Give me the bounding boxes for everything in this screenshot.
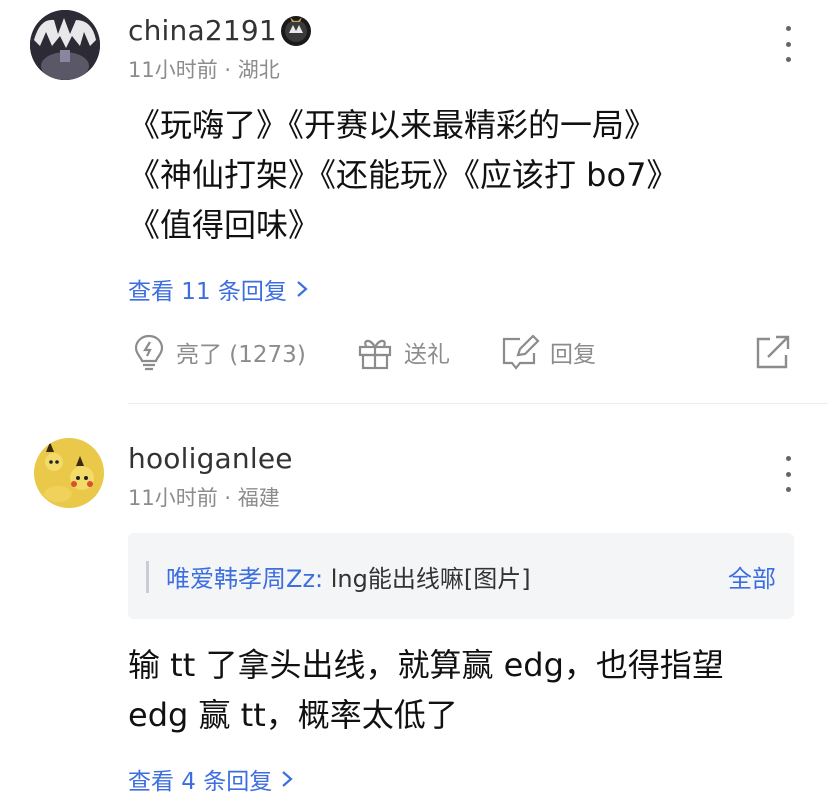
chevron-right-icon (297, 281, 308, 297)
more-icon[interactable] (776, 22, 800, 66)
edit-icon (502, 334, 540, 370)
more-icon[interactable] (776, 452, 800, 496)
like-button[interactable]: 亮了 (1273) (132, 330, 306, 374)
username[interactable]: hooliganlee (128, 442, 293, 475)
divider (128, 403, 828, 404)
timestamp-location: 11小时前 · 湖北 (128, 58, 280, 82)
avatar[interactable] (30, 10, 100, 80)
gift-icon (358, 339, 392, 370)
quote-bar (146, 561, 149, 593)
view-all-link[interactable]: 全部 (728, 559, 776, 594)
comment-text: 输 tt 了拿头出线，就算赢 edg，也得指望 edg 赢 tt，概率太低了 (128, 646, 724, 734)
avatar[interactable] (34, 438, 104, 508)
timestamp-location: 11小时前 · 福建 (128, 486, 280, 510)
chevron-right-icon (282, 771, 293, 787)
quoted-reply[interactable]: 唯爱韩孝周Zz: lng能出线嘛[图片] 全部 (128, 533, 794, 619)
view-replies-link[interactable]: 查看 4 条回复 (128, 762, 294, 796)
gift-button[interactable]: 送礼 (356, 330, 450, 374)
username[interactable]: china2191 (128, 14, 277, 47)
action-bar: 亮了 (1273) 送礼 回复 (0, 330, 828, 374)
view-replies-link[interactable]: 查看 11 条回复 (128, 272, 309, 306)
lightbulb-icon (134, 334, 164, 371)
share-icon (756, 335, 790, 369)
comment-card: china2191 11小时前 · 湖北 《玩嗨了》《开赛以来最精彩的一局》 《… (0, 0, 828, 404)
quote-text: 唯爱韩孝周Zz: lng能出线嘛[图片] (166, 565, 531, 593)
comment-text: 《玩嗨了》《开赛以来最精彩的一局》 《神仙打架》《还能玩》《应该打 bo7》 《… (128, 106, 679, 244)
share-button[interactable] (754, 330, 792, 374)
reply-button[interactable]: 回复 (500, 330, 596, 374)
badge-icon (276, 13, 316, 47)
